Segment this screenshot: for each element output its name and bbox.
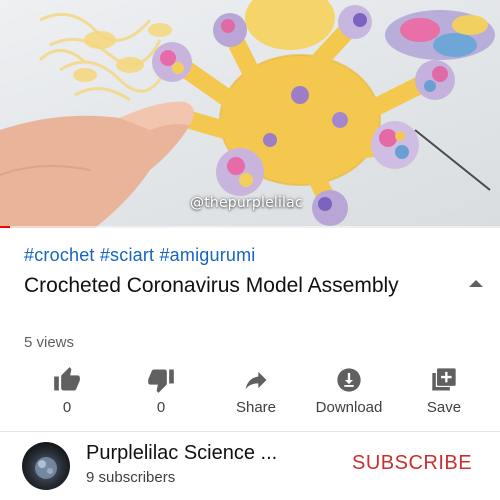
download-icon: [337, 368, 361, 392]
divider: [0, 431, 500, 432]
video-title: Crocheted Coronavirus Model Assembly: [24, 274, 399, 297]
hashtags[interactable]: #crochet #sciart #amigurumi: [24, 245, 256, 266]
expand-description-button[interactable]: [466, 276, 486, 290]
view-count: 5 views: [24, 334, 75, 351]
video-watermark: @thepurplelilac: [190, 195, 303, 211]
subscriber-count: 9 subscribers: [86, 469, 176, 486]
share-label: Share: [235, 399, 277, 416]
save-label: Save: [426, 399, 462, 416]
channel-name[interactable]: Purplelilac Science ...: [86, 442, 336, 465]
save-button[interactable]: Save: [399, 362, 489, 422]
thumbs-up-icon: [54, 367, 80, 391]
avatar-image: [35, 457, 57, 479]
video-frame-image: [0, 0, 495, 228]
progress-bar[interactable]: [0, 226, 500, 228]
dislike-button[interactable]: 0: [116, 362, 206, 422]
like-count: 0: [62, 399, 72, 416]
chevron-up-icon: [469, 280, 483, 287]
thumbs-down-icon: [148, 369, 174, 393]
progress-bar-fill: [0, 226, 10, 228]
download-label: Download: [315, 399, 383, 416]
video-player[interactable]: @thepurplelilac: [0, 0, 500, 228]
share-arrow-icon: [245, 371, 267, 390]
download-button[interactable]: Download: [304, 362, 394, 422]
share-button[interactable]: Share: [211, 362, 301, 422]
action-bar: 0 0 Share Download Save: [0, 362, 500, 422]
like-button[interactable]: 0: [22, 362, 112, 422]
playlist-add-icon: [432, 368, 456, 391]
subscribe-button[interactable]: SUBSCRIBE: [352, 452, 472, 475]
dislike-count: 0: [156, 399, 166, 416]
channel-avatar[interactable]: [22, 442, 70, 490]
